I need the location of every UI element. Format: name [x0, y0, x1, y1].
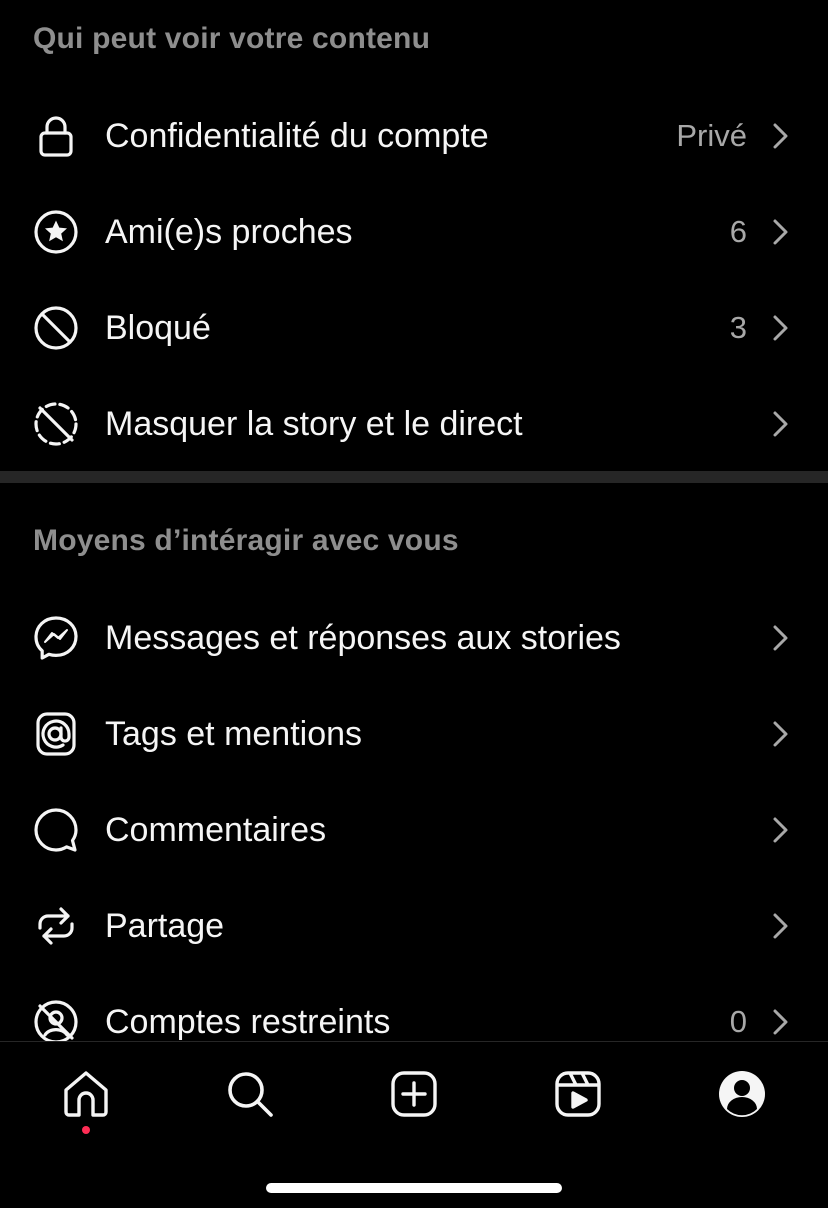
star-circle-icon: [32, 208, 80, 256]
row-sharing[interactable]: Partage: [0, 878, 828, 974]
row-label: Commentaires: [105, 810, 327, 849]
search-icon[interactable]: [222, 1066, 278, 1122]
chevron-right-icon: [768, 1006, 792, 1038]
chevron-right-icon: [768, 622, 792, 654]
row-tags-mentions[interactable]: Tags et mentions: [0, 686, 828, 782]
chevron-right-icon: [768, 814, 792, 846]
hide-story-icon: [32, 400, 80, 448]
lock-icon: [32, 112, 80, 160]
row-label: Tags et mentions: [105, 714, 363, 753]
privacy-settings-screen: Qui peut voir votre contenu Confidential…: [0, 0, 828, 1208]
section-divider: [0, 471, 828, 483]
row-value: 0: [729, 1004, 747, 1039]
row-value: 6: [729, 214, 747, 249]
notification-dot: [82, 1126, 90, 1134]
row-label: Messages et réponses aux stories: [105, 618, 621, 657]
row-hide-story-live[interactable]: Masquer la story et le direct: [0, 376, 828, 472]
restricted-icon: [32, 998, 80, 1046]
comment-icon: [32, 806, 80, 854]
home-icon[interactable]: [58, 1066, 114, 1122]
row-label: Confidentialité du compte: [105, 116, 489, 155]
chevron-right-icon: [768, 718, 792, 750]
row-label: Ami(e)s proches: [105, 212, 353, 251]
home-indicator: [266, 1183, 562, 1193]
share-repeat-icon: [32, 902, 80, 950]
row-value: 3: [729, 310, 747, 345]
chevron-right-icon: [768, 312, 792, 344]
messenger-icon: [32, 614, 80, 662]
reels-icon[interactable]: [550, 1066, 606, 1122]
create-icon[interactable]: [386, 1066, 442, 1122]
block-icon: [32, 304, 80, 352]
row-label: Partage: [105, 906, 225, 945]
row-value: Privé: [676, 118, 747, 153]
row-blocked[interactable]: Bloqué 3: [0, 280, 828, 376]
row-label: Comptes restreints: [105, 1002, 391, 1041]
row-close-friends[interactable]: Ami(e)s proches 6: [0, 184, 828, 280]
row-account-privacy[interactable]: Confidentialité du compte Privé: [0, 88, 828, 184]
bottom-tab-bar: [0, 1041, 828, 1208]
section-title-visibility: Qui peut voir votre contenu: [33, 22, 431, 55]
section-title-interactions: Moyens d’intéragir avec vous: [33, 524, 459, 557]
chevron-right-icon: [768, 910, 792, 942]
row-label: Bloqué: [105, 308, 211, 347]
row-comments[interactable]: Commentaires: [0, 782, 828, 878]
chevron-right-icon: [768, 120, 792, 152]
chevron-right-icon: [768, 408, 792, 440]
row-label: Masquer la story et le direct: [105, 404, 523, 443]
chevron-right-icon: [768, 216, 792, 248]
row-messages-story-replies[interactable]: Messages et réponses aux stories: [0, 590, 828, 686]
profile-icon[interactable]: [714, 1066, 770, 1122]
at-sign-icon: [32, 710, 80, 758]
